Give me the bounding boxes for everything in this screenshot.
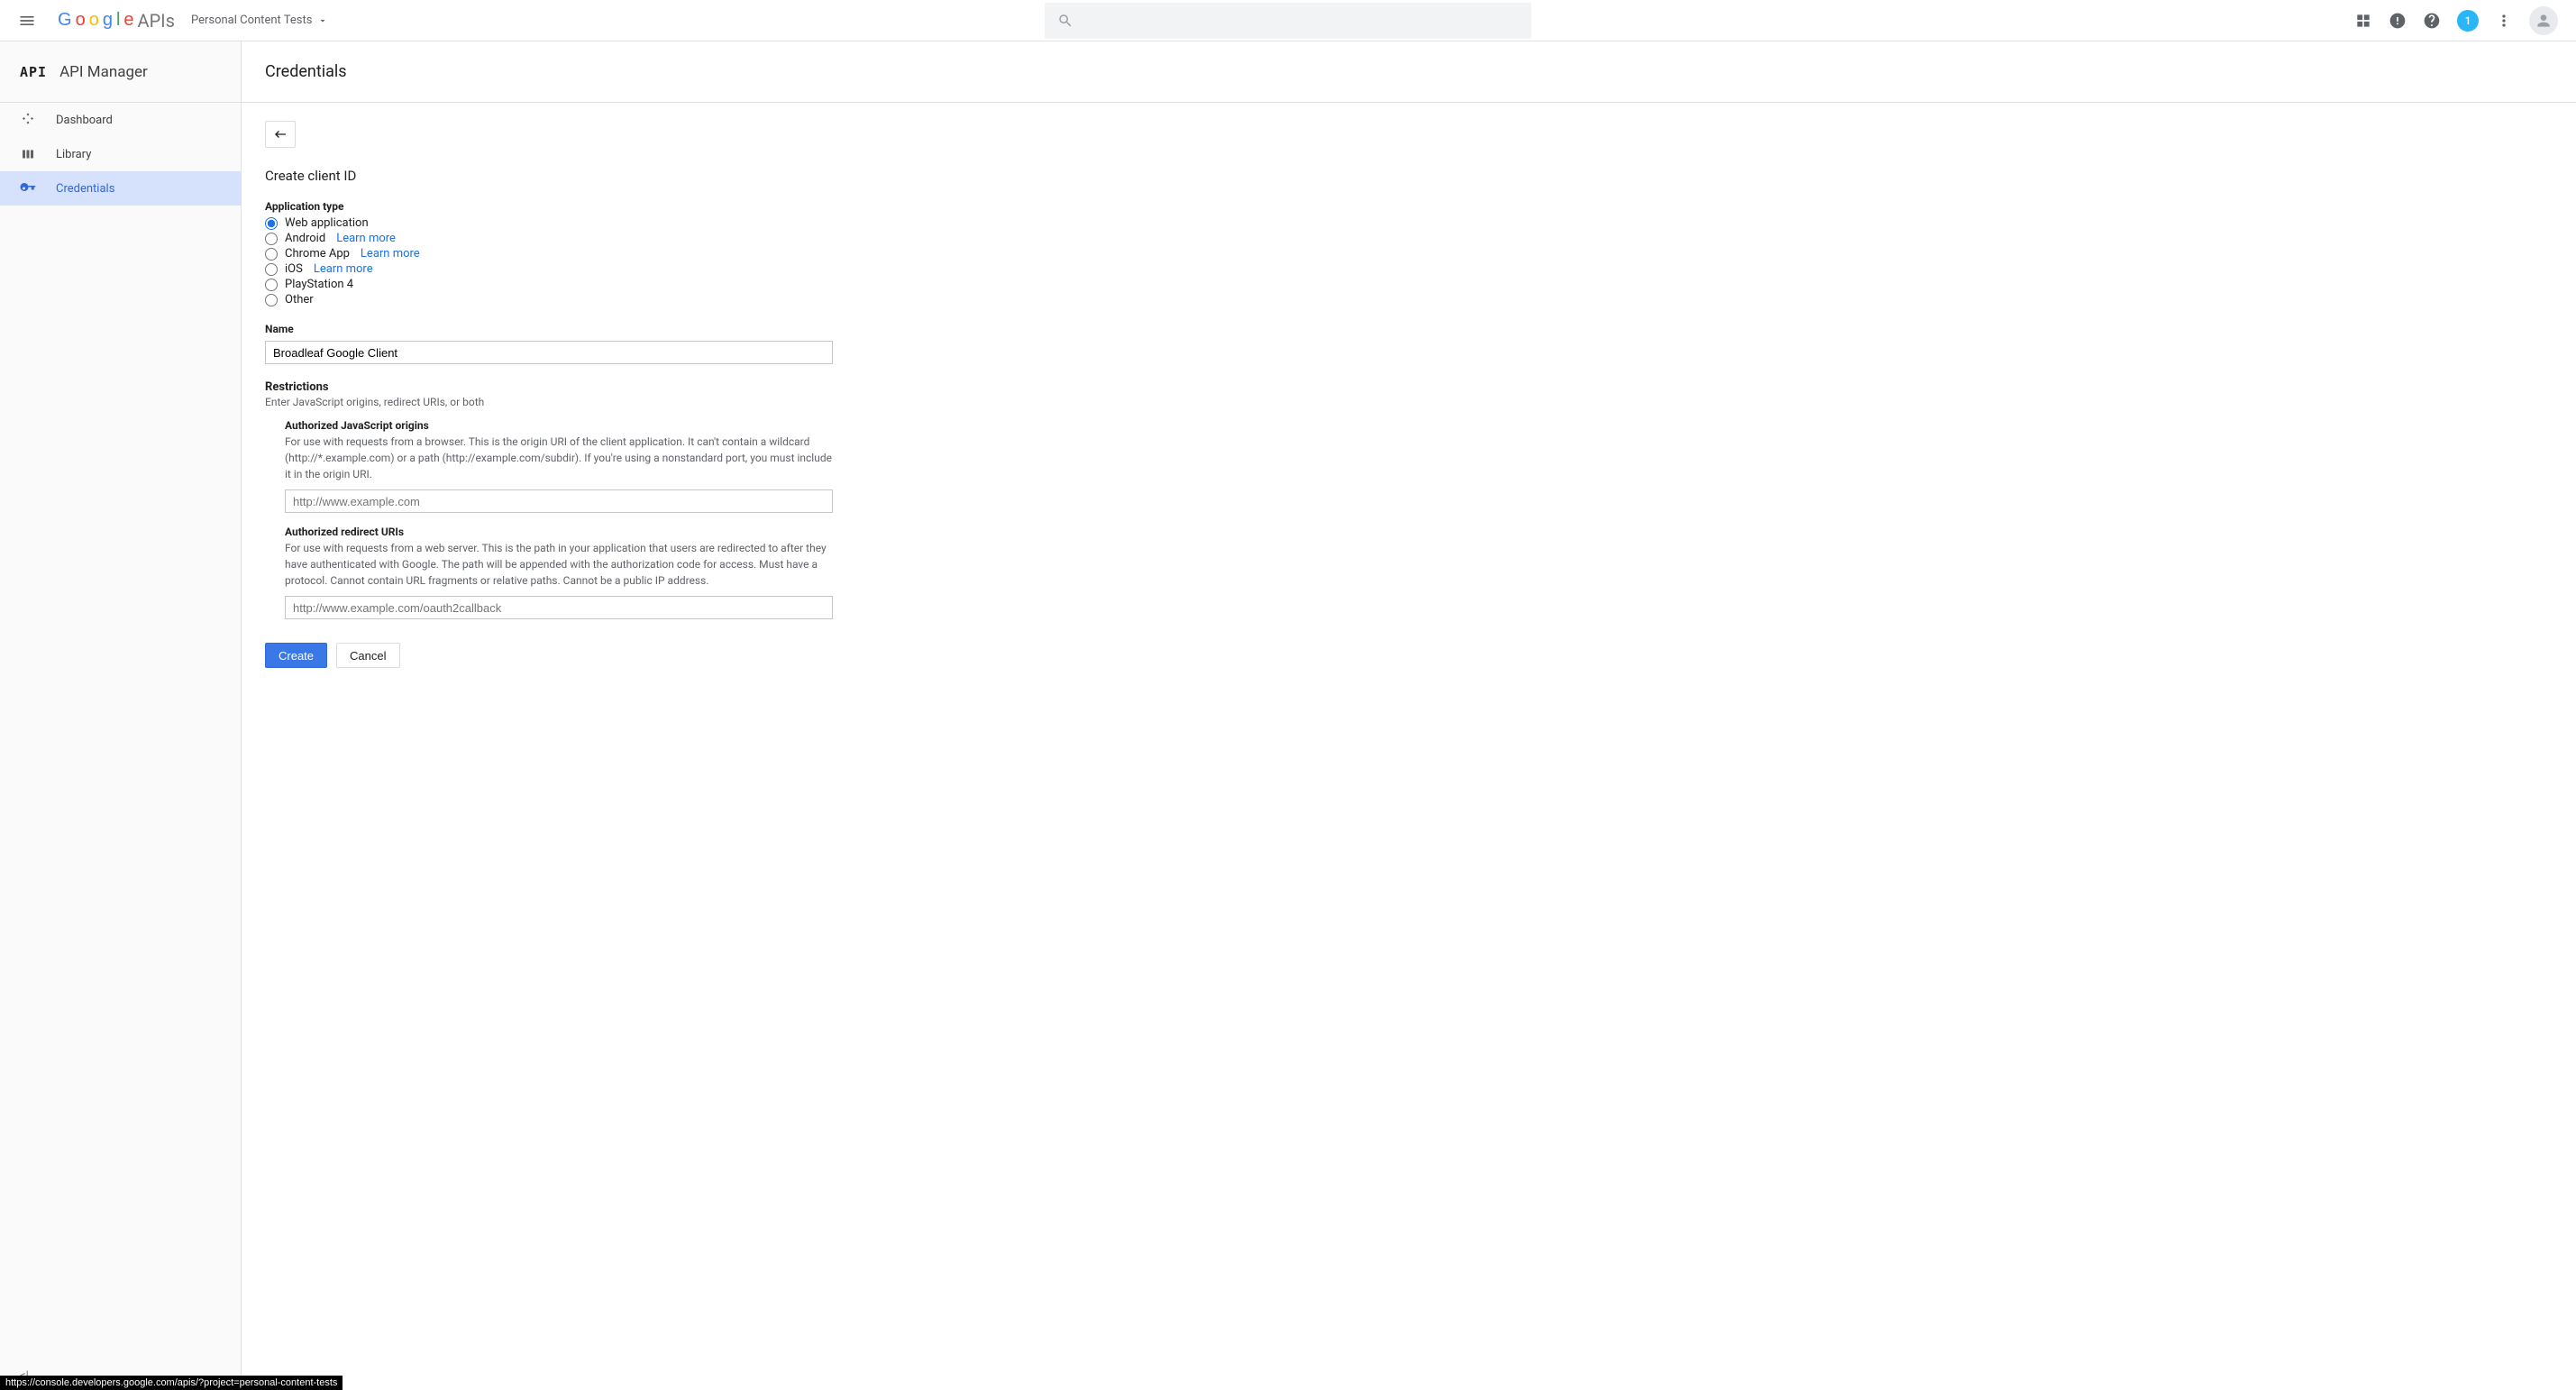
app-type-option-label: Chrome App <box>285 247 350 261</box>
menu-icon[interactable] <box>14 8 40 33</box>
main-header: Credentials <box>242 41 2576 103</box>
app-type-option-label: PlayStation 4 <box>285 278 353 291</box>
chevron-down-icon <box>317 15 328 26</box>
sidebar-item-label: Dashboard <box>56 114 113 127</box>
sidebar-title: API Manager <box>59 63 148 81</box>
back-arrow-icon <box>273 127 288 142</box>
js-origins-title: Authorized JavaScript origins <box>285 419 849 432</box>
sidebar-item-credentials[interactable]: Credentials <box>0 171 241 206</box>
app-type-label: Application type <box>265 200 849 213</box>
sidebar: API API Manager Dashboard Library Creden… <box>0 41 242 1390</box>
app-type-option[interactable]: Chrome App Learn more <box>265 247 849 261</box>
js-origins-input[interactable] <box>285 489 833 513</box>
app-type-option-label: Web application <box>285 216 369 230</box>
redirect-uris-desc: For use with requests from a web server.… <box>285 540 835 589</box>
sidebar-item-label: Credentials <box>56 182 114 196</box>
app-type-option-label: iOS <box>285 262 303 276</box>
search-input[interactable] <box>1084 14 1519 28</box>
app-type-option-label: Other <box>285 293 314 306</box>
top-bar: Google APIs Personal Content Tests 1 <box>0 0 2576 41</box>
notification-badge[interactable]: 1 <box>2457 10 2479 32</box>
create-button[interactable]: Create <box>265 643 327 668</box>
redirect-uris-input[interactable] <box>285 596 833 619</box>
help-icon[interactable] <box>2423 12 2441 30</box>
app-type-option[interactable]: PlayStation 4 <box>265 278 849 291</box>
library-icon <box>20 146 36 162</box>
app-type-option-label: Android <box>285 232 325 245</box>
js-origins-desc: For use with requests from a browser. Th… <box>285 434 835 482</box>
app-type-radio[interactable] <box>265 248 278 261</box>
restrictions-heading: Restrictions <box>265 380 849 394</box>
redirect-uris-title: Authorized redirect URIs <box>285 526 849 538</box>
api-logo-icon: API <box>20 64 47 80</box>
learn-more-link[interactable]: Learn more <box>336 232 396 245</box>
app-type-option[interactable]: Other <box>265 293 849 306</box>
app-type-radio[interactable] <box>265 233 278 245</box>
dashboard-icon <box>20 112 36 128</box>
app-type-radio[interactable] <box>265 294 278 306</box>
app-type-option[interactable]: Web application <box>265 216 849 230</box>
app-type-option[interactable]: Android Learn more <box>265 232 849 245</box>
main-content: Credentials Create client ID Application… <box>242 41 2576 1390</box>
top-right-actions: 1 <box>2354 6 2567 35</box>
sidebar-item-dashboard[interactable]: Dashboard <box>0 103 241 137</box>
name-label: Name <box>265 323 849 335</box>
status-bar-url: https://console.developers.google.com/ap… <box>0 1376 343 1390</box>
page-title: Credentials <box>265 62 347 81</box>
sidebar-header: API API Manager <box>0 41 241 103</box>
gift-icon[interactable] <box>2354 12 2372 30</box>
alert-icon[interactable] <box>2389 12 2407 30</box>
name-input[interactable] <box>265 341 833 364</box>
back-button[interactable] <box>265 121 296 148</box>
sidebar-item-library[interactable]: Library <box>0 137 241 171</box>
restrictions-subheading: Enter JavaScript origins, redirect URIs,… <box>265 396 849 408</box>
search-icon <box>1057 13 1073 29</box>
learn-more-link[interactable]: Learn more <box>361 247 420 261</box>
avatar[interactable] <box>2529 6 2558 35</box>
project-name: Personal Content Tests <box>191 14 312 27</box>
project-selector[interactable]: Personal Content Tests <box>191 14 328 27</box>
app-type-option[interactable]: iOS Learn more <box>265 262 849 276</box>
key-icon <box>20 180 36 197</box>
app-type-radio[interactable] <box>265 217 278 230</box>
more-vert-icon[interactable] <box>2495 12 2513 30</box>
cancel-button[interactable]: Cancel <box>336 643 399 668</box>
sidebar-item-label: Library <box>56 148 91 161</box>
page-subtitle: Create client ID <box>265 168 849 184</box>
learn-more-link[interactable]: Learn more <box>314 262 373 276</box>
google-apis-logo[interactable]: Google APIs <box>58 10 175 32</box>
app-type-radio[interactable] <box>265 279 278 291</box>
app-type-radio[interactable] <box>265 263 278 276</box>
search-box[interactable] <box>1045 3 1531 39</box>
